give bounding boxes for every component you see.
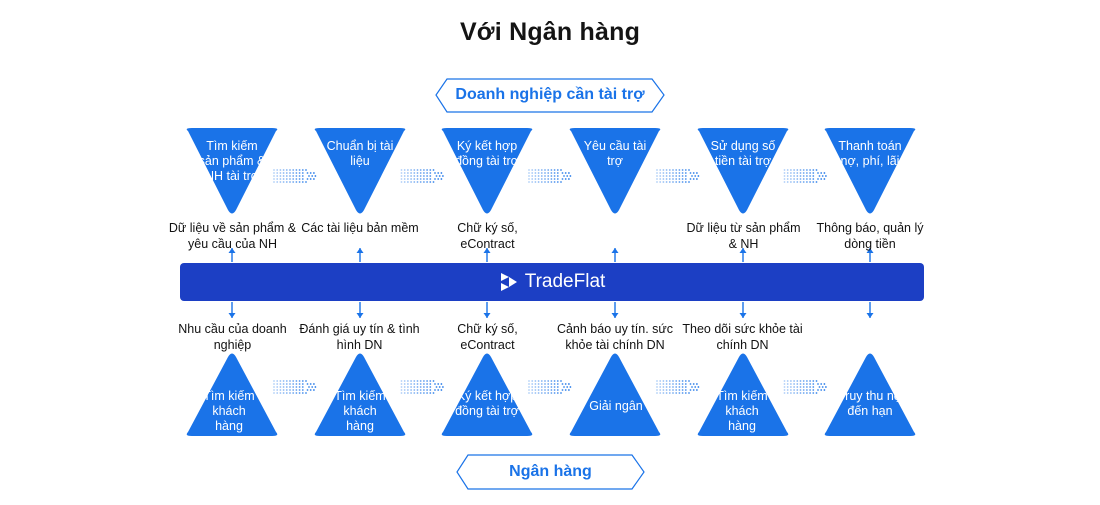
bottom-data-label: Chữ ký số, eContract <box>457 322 518 352</box>
dotted-arrow-icon <box>273 169 317 183</box>
bottom-step-text: Tìm kiếm khách hàng <box>203 389 255 433</box>
bottom-step-text: Giải ngân <box>589 399 643 413</box>
bottom-data-label: Nhu cầu của doanh nghiệp <box>178 322 287 352</box>
bottom-data-label: Đánh giá uy tín & tình hình DN <box>299 322 420 352</box>
top-data-label: Các tài liệu bản mềm <box>301 221 419 235</box>
top-step-text: Tìm kiếm sản phẩm & NH tài trợ <box>198 139 266 183</box>
top-step-text: Thanh toán nợ, phí, lãi <box>838 139 902 168</box>
connector-arrow-icon <box>611 248 619 262</box>
dotted-arrow-icon <box>783 380 827 394</box>
connector-arrow-icon <box>483 302 491 318</box>
bottom-step-triangle <box>569 353 661 436</box>
dotted-arrow-icon <box>656 380 700 394</box>
top-header-label: Doanh nghiệp cần tài trợ <box>455 86 645 103</box>
dotted-arrow-icon <box>400 169 444 183</box>
bottom-step-text: Ký kết hợp đồng tài trợ <box>455 389 519 418</box>
connector-arrow-icon <box>228 302 236 318</box>
bottom-step-text: Tìm kiếm khách hàng <box>334 389 386 433</box>
dotted-arrow-icon <box>656 169 700 183</box>
top-step-text: Sử dụng số tiền tài trợ <box>710 139 776 168</box>
platform-bar <box>180 263 924 301</box>
bottom-data-label: Theo dõi sức khỏe tài chính DN <box>682 322 803 352</box>
dotted-arrow-icon <box>273 380 317 394</box>
connector-arrow-icon <box>866 302 874 318</box>
top-step-text: Chuẩn bị tài liệu <box>326 139 394 168</box>
top-data-label: Dữ liệu từ sản phẩm & NH <box>686 221 801 251</box>
connector-arrow-icon <box>356 302 364 318</box>
top-step-text: Yêu cầu tài trợ <box>583 139 647 168</box>
top-data-label: Thông báo, quản lý dòng tiền <box>816 221 924 251</box>
top-data-label: Chữ ký số, eContract <box>457 221 518 251</box>
connector-arrow-icon <box>739 302 747 318</box>
dotted-arrow-icon <box>783 169 827 183</box>
bottom-step-text: Tìm kiếm khách hàng <box>716 389 768 433</box>
flow-diagram <box>180 78 924 490</box>
connector-arrow-icon <box>611 302 619 318</box>
bottom-step-text: Truy thu nợ đến hạn <box>837 389 902 418</box>
dotted-arrow-icon <box>528 169 572 183</box>
dotted-arrow-icon <box>528 380 572 394</box>
bottom-data-label: Cảnh báo uy tín. sức khỏe tài chính DN <box>556 322 674 352</box>
bottom-header-label: Ngân hàng <box>509 463 592 480</box>
top-data-label: Dữ liệu về sản phẩm & yêu cầu của NH <box>168 221 297 251</box>
dotted-arrow-icon <box>400 380 444 394</box>
top-step-text: Ký kết hợp đồng tài trợ <box>455 139 519 168</box>
connector-arrow-icon <box>356 248 364 262</box>
